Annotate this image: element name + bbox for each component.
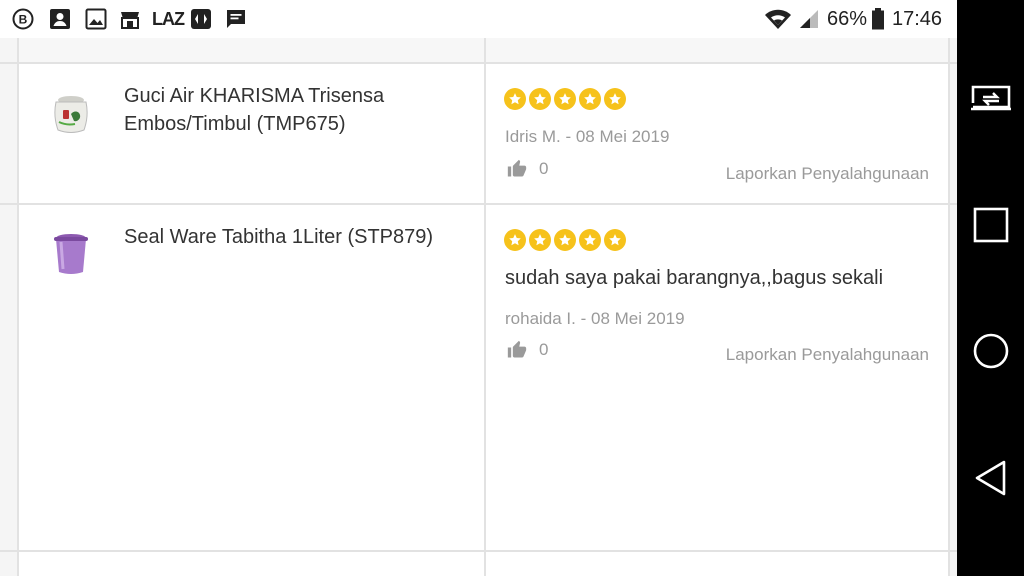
reviews-table: Guci Air KHARISMA Trisensa Embos/Timbul … (0, 38, 957, 576)
product-thumbnail-jar[interactable] (49, 92, 93, 136)
screen-share-icon (971, 85, 1011, 111)
home-button[interactable] (967, 327, 1015, 375)
star-icon (504, 229, 526, 251)
row-divider (0, 550, 957, 552)
wifi-icon (765, 9, 791, 29)
screen-share-button[interactable] (967, 73, 1015, 121)
review-row-3-product (19, 552, 484, 576)
laz-icon: LAZ (152, 9, 185, 29)
product-name-link[interactable]: Seal Ware Tabitha 1Liter (STP879) (124, 223, 464, 251)
back-icon (975, 460, 1006, 496)
reviewer-info: rohaida I. - 08 Mei 2019 (505, 309, 685, 328)
back-button[interactable] (967, 454, 1015, 502)
message-icon (227, 10, 245, 28)
column-divider (948, 38, 950, 576)
review-row-3-review (486, 552, 948, 576)
like-button[interactable]: 0 (507, 159, 548, 179)
navigation-bar (957, 0, 1024, 576)
star-icon (579, 88, 601, 110)
recents-button[interactable] (967, 201, 1015, 249)
status-time: 17:46 (892, 8, 943, 30)
thumbs-up-icon (507, 340, 527, 358)
battery-icon (872, 8, 884, 30)
shop-icon (121, 12, 139, 29)
column-divider (484, 38, 486, 576)
like-button[interactable]: 0 (507, 340, 548, 360)
recents-icon (973, 207, 1009, 243)
row-divider (0, 62, 957, 64)
product-thumbnail-container[interactable] (49, 232, 93, 276)
like-count: 0 (539, 340, 549, 359)
star-icon (579, 229, 601, 251)
report-abuse-link[interactable]: Laporkan Penyalahgunaan (726, 345, 929, 365)
review-comment: sudah saya pakai barangnya,,bagus sekali (505, 267, 884, 289)
star-rating (504, 229, 626, 251)
star-icon (554, 88, 576, 110)
contact-icon (50, 9, 70, 29)
image-icon (85, 8, 107, 30)
battery-percent: 66% (827, 8, 868, 30)
signal-icon (800, 10, 818, 28)
svg-text:B: B (19, 13, 28, 27)
table-header-review (486, 38, 948, 62)
home-icon (973, 333, 1009, 369)
star-icon (504, 88, 526, 110)
row-divider (0, 203, 957, 205)
star-icon (529, 229, 551, 251)
star-icon (604, 88, 626, 110)
star-rating (504, 88, 626, 110)
column-divider (17, 38, 19, 576)
b-icon: B (12, 8, 34, 30)
report-abuse-link[interactable]: Laporkan Penyalahgunaan (726, 164, 929, 184)
status-bar: B LAZ 66% 17:46 (0, 0, 957, 38)
like-count: 0 (539, 159, 549, 178)
review-row-2-review (486, 205, 948, 550)
star-icon (529, 88, 551, 110)
app-icon (191, 9, 211, 29)
star-icon (554, 229, 576, 251)
table-header-product (19, 38, 484, 62)
product-name-link[interactable]: Guci Air KHARISMA Trisensa Embos/Timbul … (124, 82, 464, 138)
star-icon (604, 229, 626, 251)
thumbs-up-icon (507, 159, 527, 177)
reviewer-info: Idris M. - 08 Mei 2019 (505, 127, 670, 146)
